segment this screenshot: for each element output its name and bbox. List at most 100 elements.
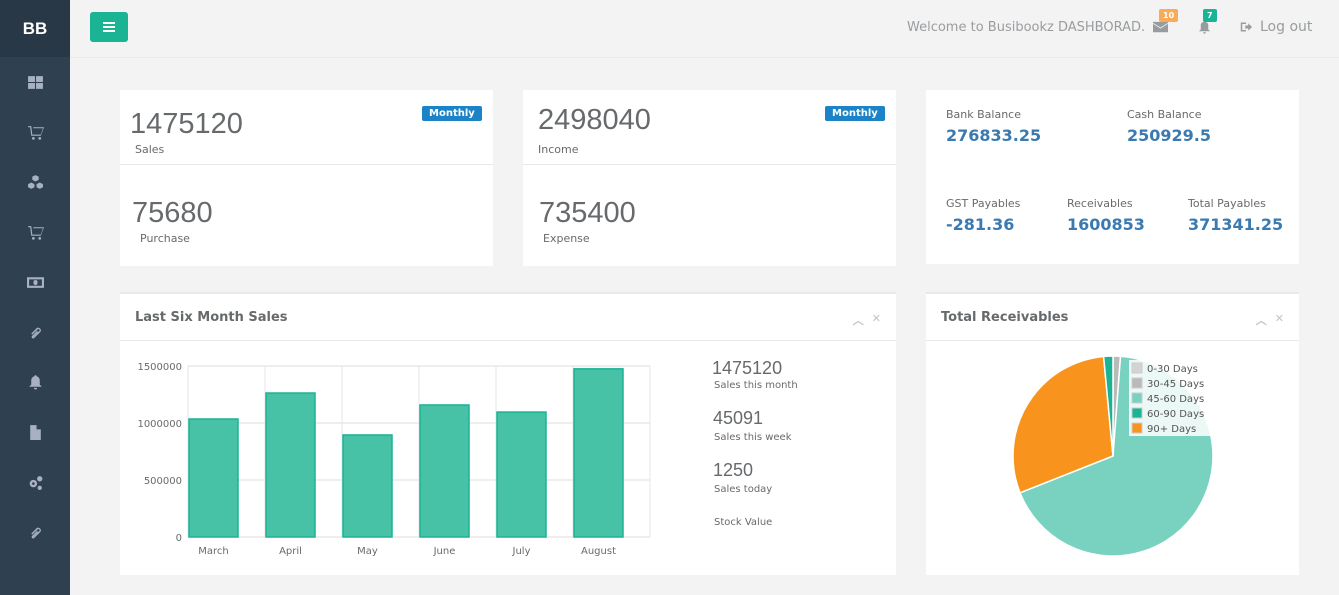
expense-label: Expense: [543, 232, 590, 245]
legend-swatch: [1131, 407, 1143, 419]
income-expense-card: 2498040 Income Monthly 735400 Expense: [523, 90, 896, 266]
sales-chart-panel: Last Six Month Sales ︿ ✕ 0 500000 1000000 1…: [120, 292, 896, 575]
sales-purchase-card: 1475120 Sales Monthly 75680 Purchase: [120, 90, 493, 266]
purchase-value: 75680: [132, 197, 213, 229]
paperclip-icon: [30, 327, 41, 338]
menu-toggle-button[interactable]: [90, 12, 128, 42]
sales-month-value: 1475120: [712, 358, 783, 378]
close-icon[interactable]: ✕: [1275, 312, 1284, 328]
paperclip-icon: [30, 527, 41, 538]
file-icon: [29, 424, 41, 440]
y-tick-label: 1500000: [137, 362, 182, 373]
sidebar-item-sales[interactable]: [0, 107, 70, 157]
sales-week-value: 45091: [713, 408, 764, 428]
legend-swatch: [1131, 362, 1143, 374]
sidebar-item-notifications[interactable]: [0, 357, 70, 407]
alerts-badge: 7: [1203, 9, 1217, 22]
sidebar-item-reports[interactable]: [0, 407, 70, 457]
receivables-panel: Total Receivables ︿ ✕ 0-30 Days 30-45 Day…: [926, 292, 1299, 575]
sales-label: Sales: [135, 143, 165, 156]
legend-label: 90+ Days: [1147, 424, 1196, 435]
bell-icon: [1198, 20, 1211, 34]
close-icon[interactable]: ✕: [872, 312, 881, 328]
sidebar-item-accounts[interactable]: [0, 257, 70, 307]
collapse-icon[interactable]: ︿: [853, 312, 864, 328]
sidebar-item-dashboard[interactable]: [0, 57, 70, 107]
bar-august[interactable]: [573, 368, 624, 538]
income-label: Income: [538, 143, 579, 156]
legend-swatch: [1131, 377, 1143, 389]
y-tick-label: 500000: [144, 476, 182, 487]
sales-today-value: 1250: [713, 460, 754, 480]
sales-week-label: Sales this week: [714, 432, 792, 443]
x-tick-label: May: [357, 546, 378, 557]
balances-card: Bank Balance 276833.25 Cash Balance 2509…: [926, 90, 1299, 264]
legend-label: 60-90 Days: [1147, 409, 1204, 420]
expense-value: 735400: [539, 197, 636, 229]
cart-icon: [27, 225, 44, 240]
sales-month-label: Sales this month: [714, 380, 798, 391]
purchase-label: Purchase: [140, 232, 190, 245]
sidebar-item-purchase[interactable]: [0, 207, 70, 257]
legend-label: 0-30 Days: [1147, 364, 1198, 375]
cash-balance-label: Cash Balance: [1127, 108, 1202, 121]
bar-june[interactable]: [419, 404, 470, 538]
sign-out-icon: [1240, 22, 1252, 32]
cash-balance-value: 250929.5: [1127, 126, 1212, 145]
income-period-badge[interactable]: Monthly: [825, 106, 885, 121]
money-icon: [26, 276, 44, 288]
receivables-label: Receivables: [1067, 197, 1133, 210]
stock-value-label: Stock Value: [714, 517, 773, 528]
sales-today-label: Sales today: [714, 484, 773, 495]
total-payables-label: Total Payables: [1188, 197, 1266, 210]
welcome-text: Welcome to Busibookz DASHBORAD.: [907, 20, 1146, 35]
bar-may[interactable]: [342, 434, 393, 538]
hamburger-icon: [103, 26, 115, 28]
receivables-panel-title: Total Receivables: [941, 310, 1069, 325]
messages-badge: 10: [1159, 9, 1179, 22]
dashboard-icon: [27, 75, 43, 89]
topbar: Welcome to Busibookz DASHBORAD. 10 7 Log…: [70, 0, 1339, 58]
bar-april[interactable]: [265, 392, 316, 538]
logout-link[interactable]: Log out: [1240, 19, 1312, 35]
legend-swatch: [1131, 422, 1143, 434]
messages-button[interactable]: 10: [1153, 9, 1179, 38]
sales-bar-chart: 0 500000 1000000 1500000 March April May June Ju…: [137, 362, 651, 557]
receivables-pie-chart: 0-30 Days 30-45 Days 45-60 Days 60-90 Days 9…: [1012, 355, 1214, 557]
alerts-button[interactable]: 7: [1197, 9, 1217, 38]
envelope-icon: [1153, 21, 1168, 33]
legend-swatch: [1131, 392, 1143, 404]
legend-label: 30-45 Days: [1147, 379, 1204, 390]
gst-payables-value: -281.36: [946, 215, 1015, 234]
sales-period-badge[interactable]: Monthly: [422, 106, 482, 121]
x-tick-label: June: [433, 546, 456, 557]
x-tick-label: August: [581, 546, 616, 557]
sidebar-item-settings[interactable]: [0, 457, 70, 507]
sidebar: BB: [0, 0, 70, 595]
bank-balance-value: 276833.25: [946, 126, 1042, 145]
y-tick-label: 0: [176, 533, 182, 544]
collapse-icon[interactable]: ︿: [1256, 312, 1267, 328]
sales-value: 1475120: [130, 108, 243, 140]
sidebar-item-inventory[interactable]: [0, 157, 70, 207]
logout-label: Log out: [1260, 19, 1313, 35]
x-tick-label: April: [279, 546, 302, 557]
sidebar-item-attachments[interactable]: [0, 307, 70, 357]
bank-balance-label: Bank Balance: [946, 108, 1021, 121]
gst-payables-label: GST Payables: [946, 197, 1021, 210]
total-payables-value: 371341.25: [1188, 215, 1284, 234]
x-tick-label: March: [198, 546, 228, 557]
cart-icon: [27, 125, 44, 140]
brand-logo[interactable]: BB: [0, 0, 70, 57]
bar-july[interactable]: [496, 411, 547, 538]
legend-label: 45-60 Days: [1147, 394, 1204, 405]
sidebar-item-attachments-2[interactable]: [0, 507, 70, 557]
receivables-value: 1600853: [1067, 215, 1145, 234]
y-tick-label: 1000000: [137, 419, 182, 430]
income-value: 2498040: [538, 104, 651, 136]
x-tick-label: July: [512, 546, 531, 557]
bell-icon: [28, 374, 42, 389]
cubes-icon: [27, 174, 43, 189]
gears-icon: [29, 475, 42, 490]
bar-march[interactable]: [188, 418, 239, 538]
